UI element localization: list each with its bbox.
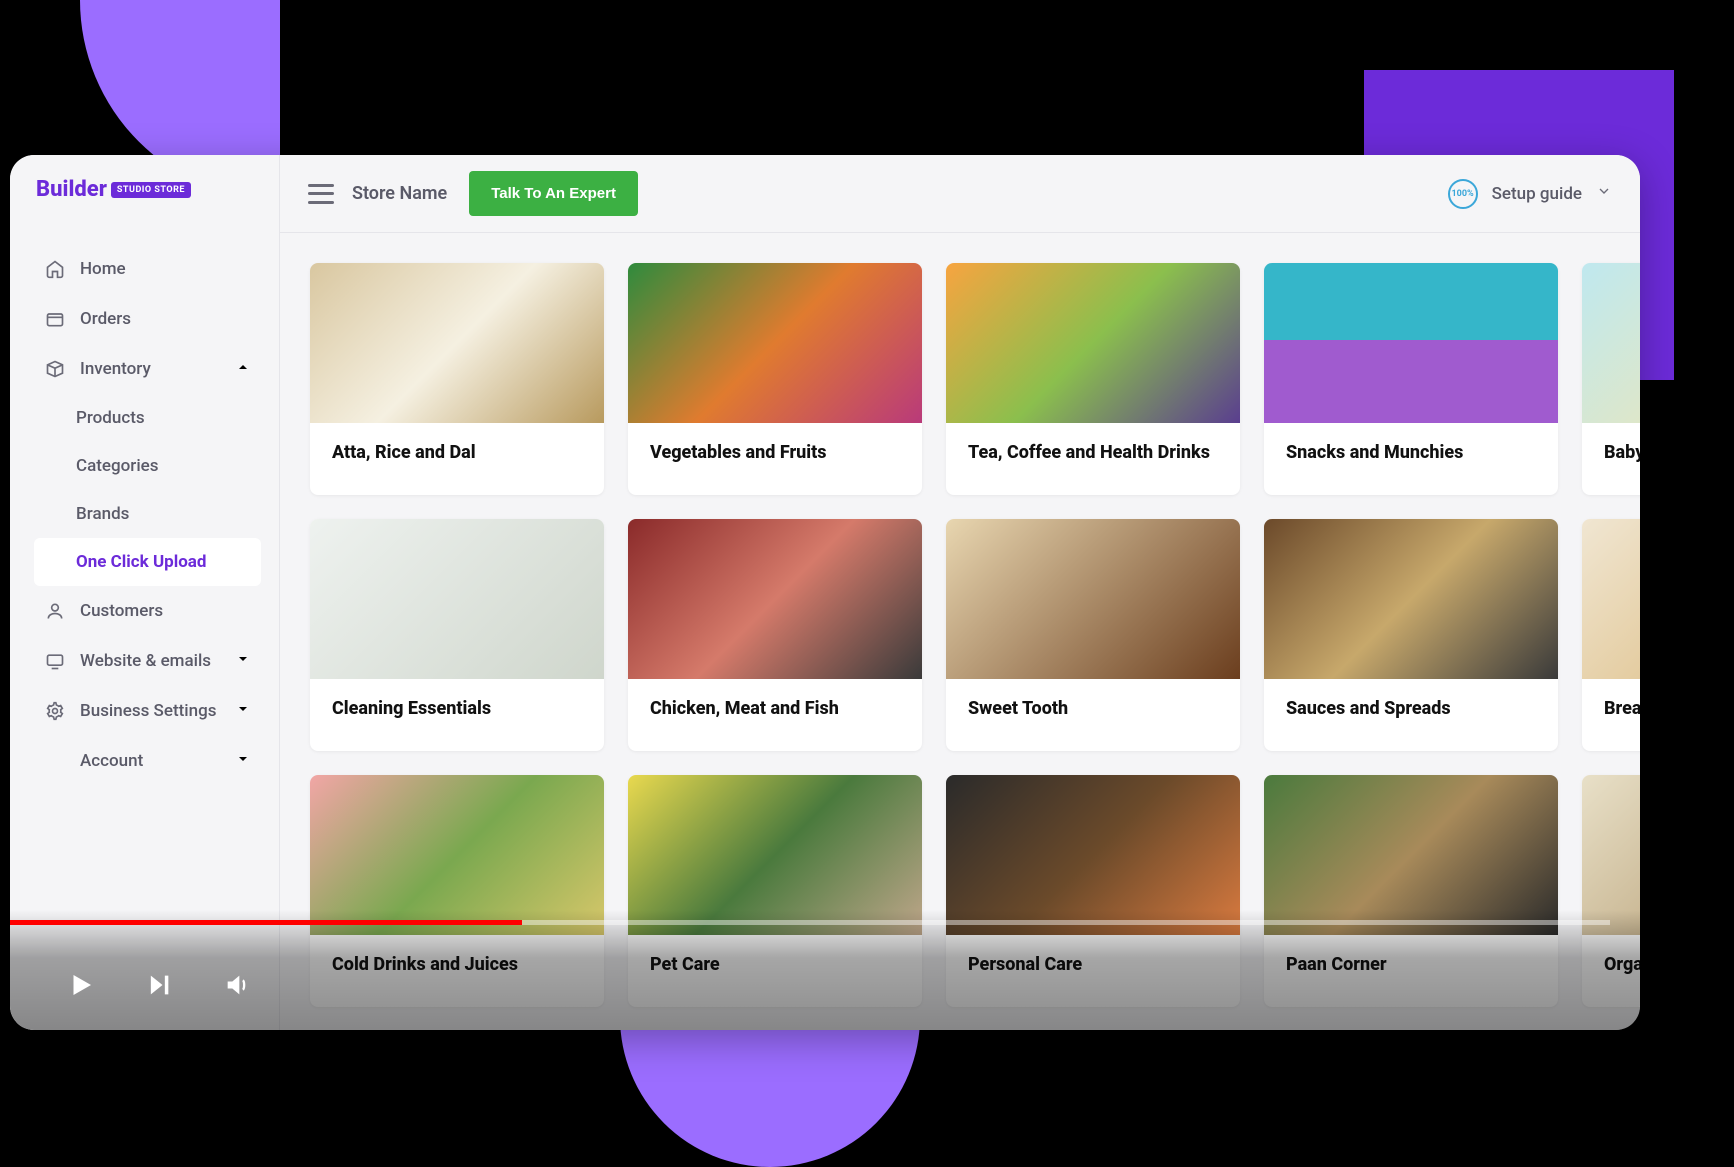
decor-semi-circle: [620, 1017, 920, 1167]
category-card[interactable]: Atta, Rice and Dal: [310, 263, 604, 495]
chevron-down-icon: [235, 701, 251, 722]
category-grid: Atta, Rice and Dal Vegetables and Fruits T…: [310, 263, 1640, 1007]
sidebar-item-label: Categories: [76, 456, 159, 476]
video-player-overlay: [10, 910, 1640, 1030]
category-image: [310, 263, 604, 423]
sidebar-subitem-brands[interactable]: Brands: [76, 490, 279, 538]
sidebar-item-inventory[interactable]: Inventory: [10, 344, 279, 394]
nav: Home Orders Inventory Products: [10, 224, 279, 786]
category-card[interactable]: Sweet Tooth: [946, 519, 1240, 751]
sidebar-item-orders[interactable]: Orders: [10, 294, 279, 344]
category-title: Atta, Rice and Dal: [310, 423, 604, 482]
sidebar-item-label: Account: [80, 751, 143, 771]
volume-button[interactable]: [220, 968, 254, 1002]
sidebar-item-account[interactable]: Account: [10, 736, 279, 786]
chevron-down-icon: [235, 751, 251, 772]
logo-text: Builder: [36, 177, 107, 202]
category-image: [1582, 263, 1640, 423]
orders-icon: [44, 308, 66, 330]
category-card[interactable]: Baby Care: [1582, 263, 1640, 495]
logo[interactable]: Builder STUDIO STORE: [10, 155, 279, 224]
setup-guide-label: Setup guide: [1492, 184, 1582, 204]
category-title: Sauces and Spreads: [1264, 679, 1558, 738]
chevron-down-icon: [235, 651, 251, 672]
category-title: Chicken, Meat and Fish: [628, 679, 922, 738]
category-image: [310, 519, 604, 679]
sidebar: Builder STUDIO STORE Home Orders In: [10, 155, 280, 1030]
category-title: Vegetables and Fruits: [628, 423, 922, 482]
customers-icon: [44, 600, 66, 622]
website-icon: [44, 650, 66, 672]
sidebar-item-customers[interactable]: Customers: [10, 586, 279, 636]
logo-badge: STUDIO STORE: [111, 182, 191, 198]
settings-icon: [44, 700, 66, 722]
video-progress-track[interactable]: [10, 920, 1610, 925]
inventory-icon: [44, 358, 66, 380]
sidebar-item-label: Customers: [80, 601, 163, 621]
sidebar-item-label: Business Settings: [80, 701, 216, 721]
sidebar-subitem-categories[interactable]: Categories: [76, 442, 279, 490]
category-title: Snacks and Munchies: [1264, 423, 1558, 482]
home-icon: [44, 258, 66, 280]
category-card[interactable]: Chicken, Meat and Fish: [628, 519, 922, 751]
play-button[interactable]: [64, 968, 98, 1002]
app-window: Builder STUDIO STORE Home Orders In: [10, 155, 1640, 1030]
category-card[interactable]: Sauces and Spreads: [1264, 519, 1558, 751]
sidebar-item-label: Products: [76, 408, 145, 428]
sidebar-item-label: Website & emails: [80, 651, 211, 671]
sidebar-item-label: Inventory: [80, 359, 151, 379]
category-image: [946, 263, 1240, 423]
category-title: Sweet Tooth: [946, 679, 1240, 738]
sidebar-item-label: Orders: [80, 309, 131, 329]
sidebar-subitem-one-click-upload[interactable]: One Click Upload: [34, 538, 261, 586]
next-button[interactable]: [142, 968, 176, 1002]
chevron-up-icon: [235, 359, 251, 380]
menu-toggle-button[interactable]: [308, 184, 334, 204]
sidebar-item-website-emails[interactable]: Website & emails: [10, 636, 279, 686]
category-image: [1264, 263, 1558, 423]
talk-to-expert-button[interactable]: Talk To An Expert: [469, 171, 638, 216]
inventory-submenu: Products Categories Brands One Click Upl…: [10, 394, 279, 586]
blank-icon: [44, 750, 66, 772]
store-name-label: Store Name: [352, 183, 447, 204]
video-progress-fill: [10, 920, 522, 925]
video-controls: [10, 968, 254, 1030]
category-image: [628, 519, 922, 679]
category-card[interactable]: Cleaning Essentials: [310, 519, 604, 751]
category-image: [1582, 519, 1640, 679]
sidebar-item-label: Home: [80, 259, 126, 279]
topbar: Store Name Talk To An Expert 100% Setup …: [280, 155, 1640, 233]
sidebar-item-label: One Click Upload: [76, 552, 206, 572]
category-title: Baby Care: [1582, 423, 1640, 482]
category-card[interactable]: Snacks and Munchies: [1264, 263, 1558, 495]
progress-badge: 100%: [1448, 179, 1478, 209]
category-title: Cleaning Essentials: [310, 679, 604, 738]
sidebar-item-home[interactable]: Home: [10, 244, 279, 294]
sidebar-item-business-settings[interactable]: Business Settings: [10, 686, 279, 736]
category-title: Breakfast: [1582, 679, 1640, 738]
category-image: [1264, 519, 1558, 679]
category-title: Tea, Coffee and Health Drinks: [946, 423, 1240, 482]
sidebar-subitem-products[interactable]: Products: [76, 394, 279, 442]
category-image: [628, 263, 922, 423]
setup-guide-button[interactable]: 100% Setup guide: [1448, 179, 1612, 209]
category-card[interactable]: Vegetables and Fruits: [628, 263, 922, 495]
category-card[interactable]: Tea, Coffee and Health Drinks: [946, 263, 1240, 495]
chevron-down-icon: [1596, 183, 1612, 204]
category-image: [946, 519, 1240, 679]
sidebar-item-label: Brands: [76, 504, 129, 524]
category-card[interactable]: Breakfast: [1582, 519, 1640, 751]
